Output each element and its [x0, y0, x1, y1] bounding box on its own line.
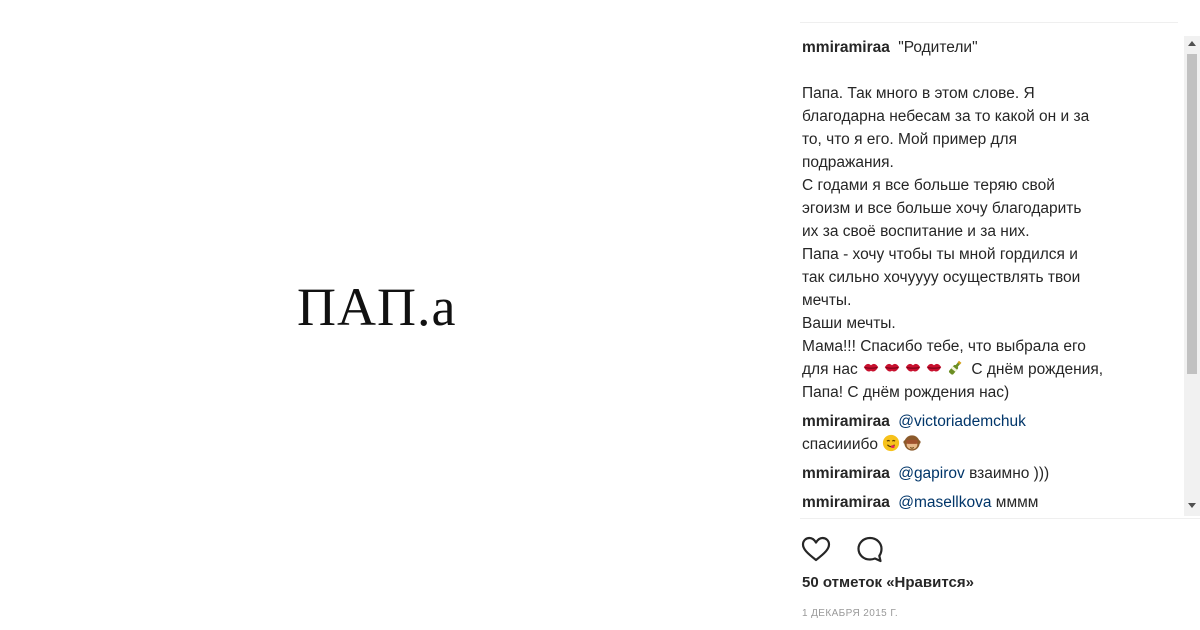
kiss-mark-icon [925, 359, 943, 377]
comment-username[interactable]: mmiramiraa [802, 494, 890, 511]
caption-line: Папа! С днём рождения нас) [802, 384, 1010, 401]
post-date: 1 ДЕКАБРЯ 2015 Г. [802, 608, 899, 619]
caption-line: С годами я все больше теряю свой [802, 177, 1055, 194]
post-image-text: ПАП.а [297, 277, 457, 337]
caption-line: С днём рождения, [971, 361, 1104, 378]
caption-line: так сильно хочуууу осуществлять твои [802, 269, 1081, 286]
caption-title: "Родители" [898, 39, 978, 56]
caption-line: то, что я его. Мой пример для [802, 131, 1017, 148]
caption-line: Папа. Так много в этом слове. Я [802, 85, 1035, 102]
comment-text: взаимно ))) [969, 465, 1050, 482]
caption-line: Мама!!! Спасибо тебе, что выбрала его [802, 338, 1086, 355]
comment-username[interactable]: mmiramiraa [802, 413, 890, 430]
comment-mention[interactable]: @masellkova [898, 494, 991, 511]
post-image: ПАП.а [0, 0, 785, 630]
caption-line: Ваши мечты. [802, 315, 896, 332]
comment-text: мммм [995, 494, 1039, 511]
caption-line: эгоизм и все больше хочу благодарить [802, 200, 1082, 217]
kiss-mark-icon [862, 359, 880, 377]
actions-divider [800, 518, 1200, 519]
caption-line: подражания. [802, 154, 894, 171]
caption-line: благодарна небесам за то какой он и за [802, 108, 1090, 125]
likes-count[interactable]: 50 отметок «Нравится» [802, 574, 974, 591]
like-button[interactable] [801, 535, 831, 565]
scroll-up-arrow-icon[interactable] [1188, 41, 1196, 46]
caption-line: их за своё воспитание и за них. [802, 223, 1030, 240]
comments-list[interactable]: mmiramiraa "Родители" Папа. Так много в … [802, 36, 1174, 518]
comment-username[interactable]: mmiramiraa [802, 465, 890, 482]
kiss-mark-icon [883, 359, 901, 377]
comment-text: спасииибо [802, 436, 878, 453]
comment-mention[interactable]: @gapirov [898, 465, 965, 482]
comment-button[interactable] [855, 535, 885, 565]
comment-item: mmiramiraa @gapirov взаимно ))) [802, 462, 1174, 485]
caption-username[interactable]: mmiramiraa [802, 39, 890, 56]
caption-comment: mmiramiraa "Родители" Папа. Так много в … [802, 36, 1174, 404]
comment-item: mmiramiraa @victoriademchuk спасииибо [802, 410, 1174, 456]
comment-mention[interactable]: @victoriademchuk [898, 413, 1026, 430]
comments-scrollbar-thumb[interactable] [1187, 54, 1197, 374]
heart-icon [801, 536, 831, 562]
caption-line-with-emoji: для нас С днём рождения, [802, 359, 1104, 378]
panel-top-border [800, 22, 1178, 23]
scroll-down-arrow-icon[interactable] [1188, 503, 1196, 508]
caption-body: Папа. Так много в этом слове. Я благодар… [802, 82, 1174, 404]
speech-bubble-icon [857, 536, 883, 563]
see-no-evil-monkey-icon [903, 434, 921, 452]
comment-item: mmiramiraa @masellkova мммм [802, 491, 1174, 514]
post-actions [801, 535, 885, 565]
caption-line: Папа - хочу чтобы ты мной гордился и [802, 246, 1078, 263]
caption-line: для нас [802, 361, 858, 378]
kiss-mark-icon [904, 359, 922, 377]
yum-face-icon [882, 434, 900, 452]
caption-line: мечты. [802, 292, 852, 309]
champagne-bottle-icon [946, 359, 964, 377]
